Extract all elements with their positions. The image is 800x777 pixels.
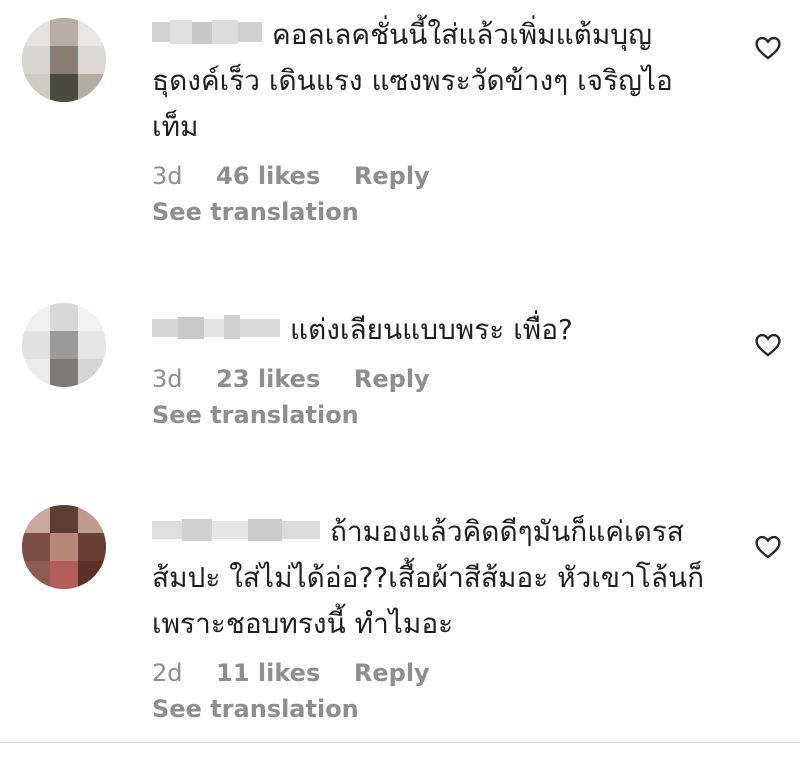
likes-count[interactable]: 46 likes xyxy=(216,162,320,190)
comment-time[interactable]: 3d xyxy=(152,162,183,190)
comment-body: คอลเลคชั่นนี้ใส่แล้วเพิ่มแต้มบุญ ธุดงค์เ… xyxy=(152,12,712,232)
reply-button[interactable]: Reply xyxy=(354,659,430,687)
comment-text: แต่งเลียนแบบพระ เพื่อ? xyxy=(152,307,712,353)
username-blurred[interactable] xyxy=(152,18,262,48)
comment-text: คอลเลคชั่นนี้ใส่แล้วเพิ่มแต้มบุญ ธุดงค์เ… xyxy=(152,12,712,150)
reply-button[interactable]: Reply xyxy=(354,365,430,393)
comment-time[interactable]: 2d xyxy=(152,659,183,687)
comment-content: แต่งเลียนแบบพระ เพื่อ? xyxy=(290,313,573,346)
heart-outline-icon[interactable] xyxy=(754,34,782,62)
username-blurred[interactable] xyxy=(152,313,280,343)
likes-count[interactable]: 11 likes xyxy=(216,659,320,687)
comment-meta: 3d 46 likes Reply xyxy=(152,160,712,192)
heart-outline-icon[interactable] xyxy=(754,533,782,561)
avatar[interactable] xyxy=(22,18,106,102)
see-translation-link[interactable]: See translation xyxy=(152,192,712,232)
comment-time[interactable]: 3d xyxy=(152,365,183,393)
avatar[interactable] xyxy=(22,505,106,589)
see-translation-link[interactable]: See translation xyxy=(152,689,712,729)
heart-outline-icon[interactable] xyxy=(754,331,782,359)
comment-body: ถ้ามองแล้วคิดดีๆมันก็แค่เดรสส้มปะ ใส่ไม่… xyxy=(152,509,712,729)
avatar[interactable] xyxy=(22,303,106,387)
comment-meta: 3d 23 likes Reply xyxy=(152,363,712,395)
comment-body: แต่งเลียนแบบพระ เพื่อ? 3d 23 likes Reply… xyxy=(152,307,712,435)
divider xyxy=(0,742,800,743)
reply-button[interactable]: Reply xyxy=(354,162,430,190)
comment-meta: 2d 11 likes Reply xyxy=(152,657,712,689)
comment-text: ถ้ามองแล้วคิดดีๆมันก็แค่เดรสส้มปะ ใส่ไม่… xyxy=(152,509,712,647)
see-translation-link[interactable]: See translation xyxy=(152,395,712,435)
likes-count[interactable]: 23 likes xyxy=(216,365,320,393)
username-blurred[interactable] xyxy=(152,515,320,545)
